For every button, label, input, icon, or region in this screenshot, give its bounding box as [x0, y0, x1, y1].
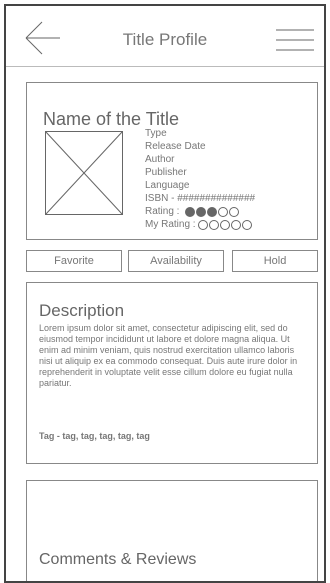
rating-dot [207, 206, 218, 217]
description-text: Lorem ipsum dolor sit amet, consectetur … [39, 323, 298, 388]
rating-dots [185, 206, 240, 217]
my-rating-dot[interactable] [241, 219, 252, 230]
rating-dot [196, 206, 207, 217]
availability-button[interactable]: Availability [128, 250, 224, 272]
description-heading: Description [39, 301, 125, 320]
description-card: Description Lorem ipsum dolor sit amet, … [26, 282, 318, 464]
rating-dot [218, 206, 229, 217]
release-date-field: Release Date [145, 141, 206, 152]
rating-dot [229, 206, 240, 217]
title-info-card: Name of the Title Type Release Date Auth… [26, 82, 318, 240]
publisher-field: Publisher [145, 167, 187, 178]
author-field: Author [145, 154, 175, 165]
my-rating-dot[interactable] [197, 219, 208, 230]
my-rating-row: My Rating : [145, 218, 255, 231]
isbn-field: ISBN - ############## [145, 193, 256, 204]
app-header: Title Profile [6, 6, 324, 67]
rating-label: Rating : [145, 206, 180, 217]
type-field: Type [145, 128, 167, 139]
comments-card: Comments & Reviews [26, 480, 318, 581]
tags-line: Tag - tag, tag, tag, tag, tag [39, 431, 150, 441]
hold-button[interactable]: Hold [232, 250, 318, 272]
my-rating-dots[interactable] [197, 219, 253, 230]
rating-dot [185, 206, 196, 217]
language-field: Language [145, 180, 190, 191]
hamburger-menu-icon[interactable] [276, 28, 314, 52]
image-placeholder-icon [45, 131, 123, 215]
my-rating-dot[interactable] [230, 219, 241, 230]
my-rating-dot[interactable] [208, 219, 219, 230]
my-rating-label: My Rating : [145, 219, 196, 230]
my-rating-dot[interactable] [219, 219, 230, 230]
comments-heading: Comments & Reviews [39, 551, 197, 568]
phone-frame: Title Profile Name of the Title Type Rel… [4, 4, 326, 583]
rating-row: Rating : [145, 205, 255, 218]
book-metadata: Type Release Date Author Publisher Langu… [145, 127, 255, 231]
favorite-button[interactable]: Favorite [26, 250, 122, 272]
